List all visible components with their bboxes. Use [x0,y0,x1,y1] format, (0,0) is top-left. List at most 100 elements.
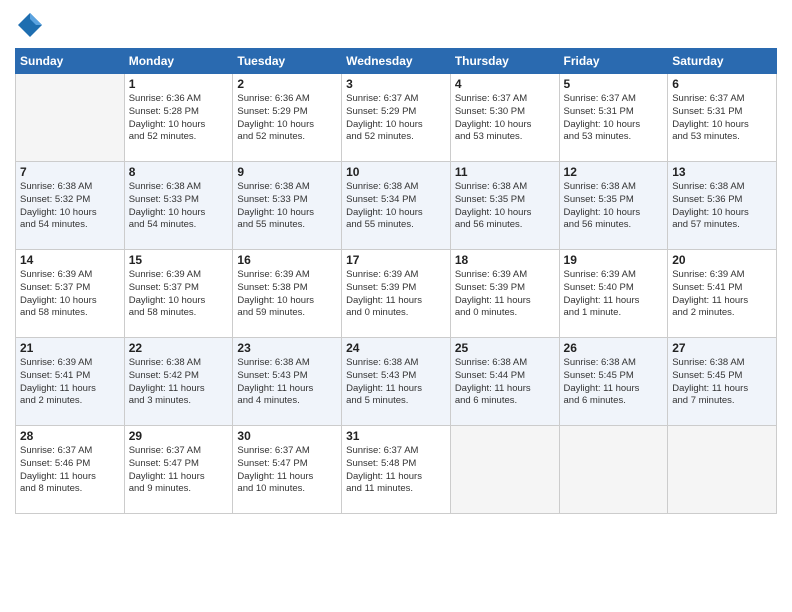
week-row-0: 1 Sunrise: 6:36 AM Sunset: 5:28 PM Daylig… [16,74,777,162]
day-cell: 29 Sunrise: 6:37 AM Sunset: 5:47 PM Dayli… [124,426,233,514]
day-cell: 8Sunrise: 6:38 AM Sunset: 5:33 PM Daylig… [124,162,233,250]
day-info: Sunrise: 6:39 AM Sunset: 5:41 PM Dayligh… [672,269,772,320]
day-cell [16,74,125,162]
day-info: Sunrise: 6:37 AM Sunset: 5:46 PM Dayligh… [20,445,120,496]
day-cell: 28 Sunrise: 6:37 AM Sunset: 5:46 PM Dayli… [16,426,125,514]
day-cell: 12 Sunrise: 6:38 AM Sunset: 5:35 PM Dayli… [559,162,668,250]
day-info: Sunrise: 6:39 AM Sunset: 5:40 PM Dayligh… [564,269,664,320]
day-number: 7 [20,165,120,179]
day-info: Sunrise: 6:39 AM Sunset: 5:39 PM Dayligh… [346,269,446,320]
day-number: 4 [455,77,555,91]
calendar-table: SundayMondayTuesdayWednesdayThursdayFrid… [15,48,777,514]
day-info: Sunrise: 6:38 AM Sunset: 5:35 PM Dayligh… [564,181,664,232]
day-info: Sunrise: 6:37 AM Sunset: 5:47 PM Dayligh… [129,445,229,496]
day-info: Sunrise: 6:38 AM Sunset: 5:45 PM Dayligh… [564,357,664,408]
day-number: 5 [564,77,664,91]
day-number: 15 [129,253,229,267]
day-number: 3 [346,77,446,91]
day-number: 6 [672,77,772,91]
day-cell: 1 Sunrise: 6:36 AM Sunset: 5:28 PM Daylig… [124,74,233,162]
day-info: Sunrise: 6:39 AM Sunset: 5:39 PM Dayligh… [455,269,555,320]
day-info: Sunrise: 6:38 AM Sunset: 5:33 PM Dayligh… [129,181,229,232]
day-info: Sunrise: 6:38 AM Sunset: 5:43 PM Dayligh… [237,357,337,408]
day-info: Sunrise: 6:38 AM Sunset: 5:43 PM Dayligh… [346,357,446,408]
day-info: Sunrise: 6:36 AM Sunset: 5:28 PM Dayligh… [129,93,229,144]
week-row-3: 21 Sunrise: 6:39 AM Sunset: 5:41 PM Dayli… [16,338,777,426]
day-cell: 7 Sunrise: 6:38 AM Sunset: 5:32 PM Daylig… [16,162,125,250]
day-info: Sunrise: 6:38 AM Sunset: 5:36 PM Dayligh… [672,181,772,232]
page: SundayMondayTuesdayWednesdayThursdayFrid… [0,0,792,612]
day-number: 16 [237,253,337,267]
day-cell: 13 Sunrise: 6:38 AM Sunset: 5:36 PM Dayli… [668,162,777,250]
day-cell [668,426,777,514]
day-info: Sunrise: 6:37 AM Sunset: 5:31 PM Dayligh… [564,93,664,144]
column-header-tuesday: Tuesday [233,49,342,74]
day-number: 11 [455,165,555,179]
day-info: Sunrise: 6:38 AM Sunset: 5:44 PM Dayligh… [455,357,555,408]
day-info: Sunrise: 6:39 AM Sunset: 5:41 PM Dayligh… [20,357,120,408]
day-cell: 11 Sunrise: 6:38 AM Sunset: 5:35 PM Dayli… [450,162,559,250]
day-cell: 2 Sunrise: 6:36 AM Sunset: 5:29 PM Daylig… [233,74,342,162]
day-number: 14 [20,253,120,267]
week-row-4: 28 Sunrise: 6:37 AM Sunset: 5:46 PM Dayli… [16,426,777,514]
day-number: 10 [346,165,446,179]
day-number: 25 [455,341,555,355]
day-cell: 14 Sunrise: 6:39 AM Sunset: 5:37 PM Dayli… [16,250,125,338]
day-cell: 18Sunrise: 6:39 AM Sunset: 5:39 PM Dayli… [450,250,559,338]
logo-icon [15,10,45,40]
day-cell: 26 Sunrise: 6:38 AM Sunset: 5:45 PM Dayli… [559,338,668,426]
day-info: Sunrise: 6:38 AM Sunset: 5:42 PM Dayligh… [129,357,229,408]
week-row-1: 7 Sunrise: 6:38 AM Sunset: 5:32 PM Daylig… [16,162,777,250]
day-info: Sunrise: 6:37 AM Sunset: 5:48 PM Dayligh… [346,445,446,496]
day-info: Sunrise: 6:38 AM Sunset: 5:34 PM Dayligh… [346,181,446,232]
day-number: 27 [672,341,772,355]
header [15,10,777,40]
day-info: Sunrise: 6:37 AM Sunset: 5:30 PM Dayligh… [455,93,555,144]
day-info: Sunrise: 6:38 AM Sunset: 5:33 PM Dayligh… [237,181,337,232]
day-number: 21 [20,341,120,355]
day-cell [559,426,668,514]
day-cell: 24 Sunrise: 6:38 AM Sunset: 5:43 PM Dayli… [342,338,451,426]
header-row: SundayMondayTuesdayWednesdayThursdayFrid… [16,49,777,74]
day-number: 12 [564,165,664,179]
day-number: 31 [346,429,446,443]
day-cell: 3Sunrise: 6:37 AM Sunset: 5:29 PM Daylig… [342,74,451,162]
day-number: 30 [237,429,337,443]
column-header-saturday: Saturday [668,49,777,74]
day-cell: 23 Sunrise: 6:38 AM Sunset: 5:43 PM Dayli… [233,338,342,426]
column-header-sunday: Sunday [16,49,125,74]
day-number: 22 [129,341,229,355]
day-cell: 30Sunrise: 6:37 AM Sunset: 5:47 PM Dayli… [233,426,342,514]
day-info: Sunrise: 6:38 AM Sunset: 5:45 PM Dayligh… [672,357,772,408]
day-info: Sunrise: 6:36 AM Sunset: 5:29 PM Dayligh… [237,93,337,144]
day-cell: 9Sunrise: 6:38 AM Sunset: 5:33 PM Daylig… [233,162,342,250]
column-header-thursday: Thursday [450,49,559,74]
column-header-friday: Friday [559,49,668,74]
day-cell: 4 Sunrise: 6:37 AM Sunset: 5:30 PM Daylig… [450,74,559,162]
day-number: 23 [237,341,337,355]
day-number: 2 [237,77,337,91]
day-number: 13 [672,165,772,179]
day-cell: 31 Sunrise: 6:37 AM Sunset: 5:48 PM Dayli… [342,426,451,514]
logo [15,10,49,40]
column-header-monday: Monday [124,49,233,74]
day-cell: 16Sunrise: 6:39 AM Sunset: 5:38 PM Dayli… [233,250,342,338]
day-number: 24 [346,341,446,355]
day-info: Sunrise: 6:39 AM Sunset: 5:37 PM Dayligh… [20,269,120,320]
day-cell: 20Sunrise: 6:39 AM Sunset: 5:41 PM Dayli… [668,250,777,338]
day-number: 28 [20,429,120,443]
day-cell: 22 Sunrise: 6:38 AM Sunset: 5:42 PM Dayli… [124,338,233,426]
day-number: 29 [129,429,229,443]
day-info: Sunrise: 6:38 AM Sunset: 5:35 PM Dayligh… [455,181,555,232]
day-cell [450,426,559,514]
day-cell: 6Sunrise: 6:37 AM Sunset: 5:31 PM Daylig… [668,74,777,162]
day-cell: 19 Sunrise: 6:39 AM Sunset: 5:40 PM Dayli… [559,250,668,338]
day-number: 26 [564,341,664,355]
day-number: 19 [564,253,664,267]
day-number: 1 [129,77,229,91]
column-header-wednesday: Wednesday [342,49,451,74]
day-number: 17 [346,253,446,267]
day-info: Sunrise: 6:38 AM Sunset: 5:32 PM Dayligh… [20,181,120,232]
day-cell: 15Sunrise: 6:39 AM Sunset: 5:37 PM Dayli… [124,250,233,338]
day-cell: 27 Sunrise: 6:38 AM Sunset: 5:45 PM Dayli… [668,338,777,426]
